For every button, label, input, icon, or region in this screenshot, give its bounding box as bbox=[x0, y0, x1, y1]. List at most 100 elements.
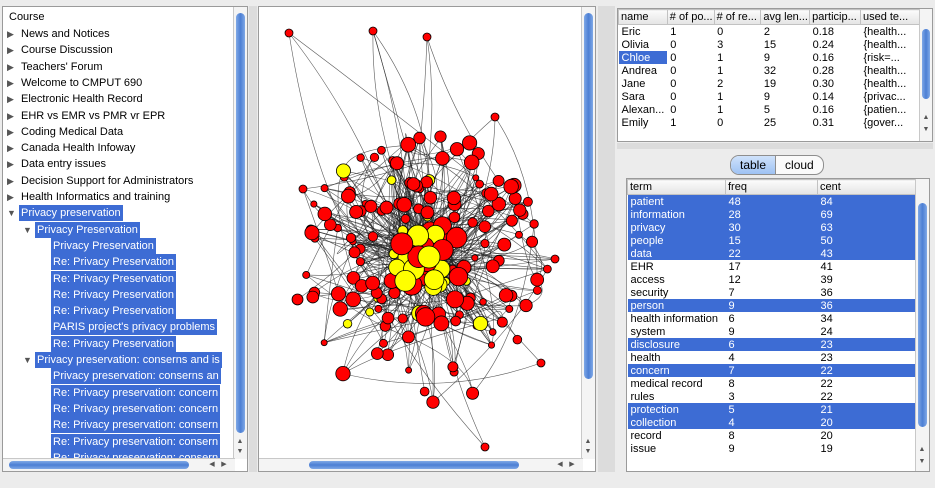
graph-nodes[interactable] bbox=[284, 26, 560, 452]
graph-node-red[interactable] bbox=[515, 230, 523, 239]
graph-node-red[interactable] bbox=[367, 231, 379, 242]
tree-item[interactable]: ▶ Decision Support for Administrators bbox=[7, 173, 195, 189]
table-row[interactable]: rules 3 22 bbox=[628, 390, 918, 403]
table-row[interactable]: security 7 36 bbox=[628, 286, 918, 299]
table-row[interactable]: record 8 20 bbox=[628, 429, 918, 442]
table-row[interactable]: medical record 8 22 bbox=[628, 377, 918, 390]
graph-node-red[interactable] bbox=[448, 266, 469, 287]
graph-node-red[interactable] bbox=[536, 358, 546, 368]
scroll-up-icon[interactable]: ▲ bbox=[917, 445, 927, 455]
graph-node-red[interactable] bbox=[523, 196, 533, 207]
graph-node-red[interactable] bbox=[379, 338, 388, 348]
graph-node-red[interactable] bbox=[419, 386, 430, 397]
graph-node-red[interactable] bbox=[320, 339, 328, 347]
scroll-left-icon[interactable]: ◀ bbox=[555, 460, 565, 470]
horizontal-splitter[interactable] bbox=[617, 143, 933, 149]
graph-node-red[interactable] bbox=[374, 304, 383, 313]
graph-node-red[interactable] bbox=[345, 232, 357, 243]
graph-node-red[interactable] bbox=[532, 285, 542, 295]
graph-node-red[interactable] bbox=[377, 145, 386, 155]
scroll-up-icon[interactable]: ▲ bbox=[583, 437, 593, 447]
tree-item[interactable]: ▶ Health Informatics and training bbox=[7, 189, 172, 205]
graph-node-red[interactable] bbox=[448, 211, 461, 224]
graph-node-red[interactable] bbox=[320, 184, 329, 193]
graph-node-red[interactable] bbox=[310, 200, 318, 208]
graph-node-red[interactable] bbox=[472, 174, 480, 182]
graph-node-red[interactable] bbox=[503, 178, 519, 195]
graph-node-red[interactable] bbox=[492, 174, 505, 187]
graph-node-red[interactable] bbox=[335, 366, 351, 382]
table-row[interactable]: protection 5 21 bbox=[627, 403, 918, 416]
disclosure-collapsed-icon[interactable]: ▶ bbox=[7, 156, 19, 172]
graph-node-red[interactable] bbox=[449, 142, 465, 157]
graph-node-yellow[interactable] bbox=[394, 269, 417, 292]
graph-node-red[interactable] bbox=[400, 136, 417, 153]
graph-node-red[interactable] bbox=[435, 151, 450, 166]
tree-item[interactable]: ▼ Privacy preservation bbox=[7, 205, 123, 222]
course-tree[interactable]: Course ▶ News and Notices ▶ Course Discussi… bbox=[2, 6, 248, 472]
graph-node-red[interactable] bbox=[340, 188, 356, 204]
graph-node-red[interactable] bbox=[483, 186, 499, 202]
graph-node-red[interactable] bbox=[478, 220, 492, 233]
left-splitter[interactable] bbox=[249, 6, 257, 472]
users-column-header[interactable]: particip... bbox=[809, 9, 861, 25]
graph-node-red[interactable] bbox=[462, 135, 478, 151]
graph-node-red[interactable] bbox=[526, 235, 539, 248]
graph-node-red[interactable] bbox=[447, 361, 459, 373]
graph-node-red[interactable] bbox=[306, 290, 320, 304]
terms-column-header[interactable]: term bbox=[627, 179, 726, 195]
tree-item[interactable]: ▶ Coding Medical Data bbox=[7, 124, 125, 140]
graph-node-red[interactable] bbox=[505, 304, 514, 313]
table-row[interactable]: people 15 50 bbox=[627, 234, 918, 247]
graph-node-red[interactable] bbox=[415, 307, 436, 327]
disclosure-collapsed-icon[interactable]: ▶ bbox=[7, 91, 19, 107]
graph-node-red[interactable] bbox=[284, 28, 294, 38]
network-graph-panel[interactable]: ▲ ▼ ◀ ▶ bbox=[258, 6, 596, 472]
tree-item[interactable]: Re: Privacy preservation: consern bbox=[51, 433, 221, 450]
table-row[interactable]: issue 9 19 bbox=[628, 442, 918, 455]
table-row[interactable]: health information 6 34 bbox=[628, 312, 918, 325]
table-row[interactable]: person 9 36 bbox=[627, 299, 918, 312]
graph-node-yellow[interactable] bbox=[336, 163, 351, 179]
disclosure-collapsed-icon[interactable]: ▶ bbox=[7, 108, 19, 124]
graph-node-red[interactable] bbox=[498, 288, 514, 303]
graph-node-red[interactable] bbox=[475, 179, 484, 189]
tree-item[interactable]: Privacy preservation: conserns an bbox=[51, 368, 221, 385]
disclosure-collapsed-icon[interactable]: ▶ bbox=[7, 42, 19, 58]
terms-table[interactable]: term freq cent patient 48 84 information 28 69 p… bbox=[626, 178, 930, 472]
tree-hscroll-thumb[interactable] bbox=[9, 461, 189, 469]
tree-item[interactable]: ▶ EHR vs EMR vs PMR vr EPR bbox=[7, 108, 167, 124]
tree-root[interactable]: Course bbox=[7, 9, 46, 25]
tree-item[interactable]: ▼ Privacy Preservation bbox=[23, 221, 140, 238]
network-graph[interactable] bbox=[259, 7, 583, 459]
disclosure-collapsed-icon[interactable]: ▶ bbox=[7, 75, 19, 91]
table-row[interactable]: Emily 1 0 25 0.31 {gover... bbox=[619, 116, 920, 129]
users-column-header[interactable]: avg len... bbox=[760, 9, 811, 25]
table-row[interactable]: Eric 1 0 2 0.18 {health... bbox=[619, 25, 920, 39]
graph-node-red[interactable] bbox=[479, 298, 487, 306]
users-column-header[interactable]: name bbox=[618, 9, 668, 25]
graph-node-red[interactable] bbox=[550, 254, 560, 264]
graph-node-red[interactable] bbox=[405, 366, 413, 374]
graph-node-red[interactable] bbox=[496, 316, 508, 328]
graph-node-red[interactable] bbox=[330, 286, 347, 302]
graph-node-red[interactable] bbox=[467, 217, 478, 228]
table-row[interactable]: access 12 39 bbox=[628, 273, 918, 286]
graph-node-red[interactable] bbox=[497, 237, 512, 252]
disclosure-collapsed-icon[interactable]: ▶ bbox=[7, 140, 19, 156]
tree-item[interactable]: ▶ Electronic Health Record bbox=[7, 91, 145, 107]
graph-node-red[interactable] bbox=[317, 206, 333, 222]
graph-node-yellow[interactable] bbox=[423, 269, 445, 290]
tree-horizontal-scrollbar[interactable]: ◀ ▶ bbox=[3, 458, 235, 471]
graph-node-red[interactable] bbox=[304, 225, 320, 241]
graph-node-red[interactable] bbox=[381, 311, 395, 325]
tree-item[interactable]: Re: Privacy preservation: consern bbox=[51, 417, 221, 434]
graph-node-yellow[interactable] bbox=[342, 319, 353, 329]
graph-node-red[interactable] bbox=[369, 152, 380, 163]
graph-node-red[interactable] bbox=[291, 293, 304, 306]
graph-node-red[interactable] bbox=[390, 156, 404, 171]
table-row[interactable]: information 28 69 bbox=[627, 208, 918, 221]
graph-node-red[interactable] bbox=[530, 272, 545, 287]
graph-node-red[interactable] bbox=[420, 205, 435, 220]
cloud-toggle-button[interactable]: cloud bbox=[776, 156, 823, 174]
